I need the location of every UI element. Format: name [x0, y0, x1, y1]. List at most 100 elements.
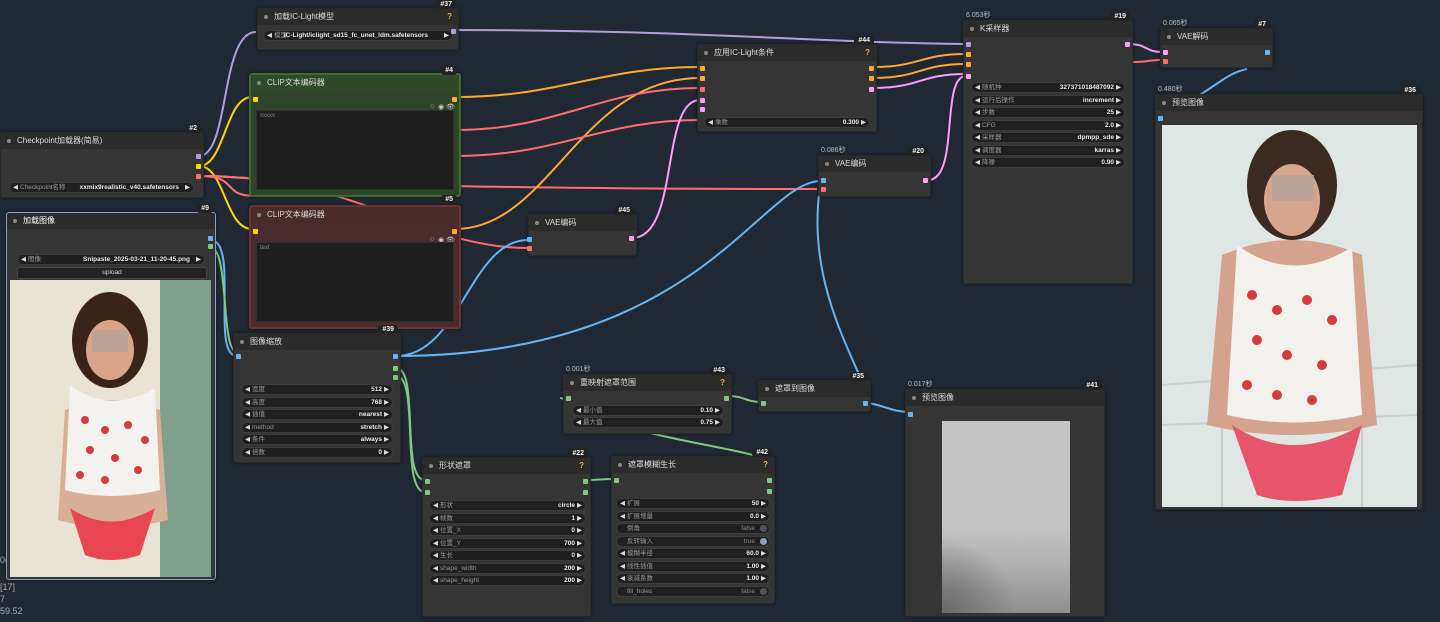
node-header[interactable]: 应用IC-Light条件? — [698, 45, 876, 61]
input-slot-mask[interactable] — [566, 396, 571, 401]
collapse-dot-icon[interactable] — [7, 139, 11, 143]
node-header[interactable]: K采样器 — [964, 21, 1132, 37]
widget-row[interactable]: 反转输入 true — [616, 535, 770, 547]
output-slot-mask-inverted[interactable] — [767, 489, 772, 494]
graph-canvas[interactable]: 0e [17] 7 59.52 加载IC-Light模型? #37 ◀ 模型 IC-… — [0, 0, 1440, 622]
widget-row[interactable]: ◀ shape_width 200 ▶ — [429, 562, 586, 574]
arrow-right-icon[interactable]: ▶ — [384, 435, 389, 444]
input-slot-clip[interactable] — [253, 229, 258, 234]
node-grow-mask-with-blur[interactable]: 遮罩模糊生长? #42 ◀ 扩展 50 ▶ ◀ 扩展增量 0.0 ▶ 倒角 false 反转输入 tr… — [611, 448, 775, 604]
prompt-textarea[interactable]: xxxxx — [256, 110, 454, 190]
arrow-left-icon[interactable]: ◀ — [21, 255, 26, 264]
widget-row[interactable]: ◀ 降噪 0.90 ▶ — [971, 157, 1125, 168]
input-slot-clip[interactable] — [253, 97, 258, 102]
arrow-right-icon[interactable]: ▶ — [861, 118, 866, 127]
widget-row[interactable]: ◀ 运行后操作 increment ▶ — [971, 94, 1125, 106]
widget-row[interactable]: fill_holes false — [616, 585, 770, 597]
arrow-right-icon[interactable]: ▶ — [1116, 83, 1121, 92]
output-slot-latent[interactable] — [1125, 42, 1130, 47]
collapse-dot-icon[interactable] — [240, 340, 244, 344]
node-header[interactable]: 形状遮罩? — [423, 458, 590, 474]
node-load-iclight-model[interactable]: 加载IC-Light模型? #37 ◀ 模型 IC-Light/iclight_sd… — [257, 0, 459, 50]
node-mask-to-image[interactable]: 遮罩到图像 #35 — [758, 372, 871, 412]
node-preview-image-result[interactable]: 预览图像 #36 0.480秒 — [1155, 86, 1423, 510]
input-slot-mask[interactable] — [761, 401, 766, 406]
input-slot-pixels[interactable] — [821, 178, 826, 183]
input-slot-background[interactable] — [700, 107, 705, 112]
widget-row[interactable]: ◀ 帧数 1 ▶ — [429, 512, 586, 524]
output-slot-mask[interactable] — [767, 478, 772, 483]
node-header[interactable]: 加载图像 — [7, 213, 215, 229]
arrow-right-icon[interactable]: ▶ — [761, 549, 766, 558]
widget-row[interactable]: ◀ 扩展增量 0.0 ▶ — [616, 510, 770, 522]
widget-row[interactable]: ◀ shape_height 200 ▶ — [429, 575, 586, 586]
input-slot-vae[interactable] — [821, 187, 826, 192]
arrow-right-icon[interactable]: ▶ — [577, 564, 582, 573]
widget-row[interactable]: ◀ 最大值 0.75 ▶ — [572, 417, 724, 428]
arrow-left-icon[interactable]: ◀ — [620, 512, 625, 521]
arrow-left-icon[interactable]: ◀ — [620, 499, 625, 508]
arrow-right-icon[interactable]: ▶ — [1116, 121, 1121, 130]
arrow-right-icon[interactable]: ▶ — [1116, 146, 1121, 155]
output-slot-mask[interactable] — [583, 479, 588, 484]
widget-row[interactable]: ◀ 扩展 50 ▶ — [616, 498, 770, 509]
widget-row[interactable]: ◀ 倍数 0 ▶ — [241, 446, 393, 458]
arrow-right-icon[interactable]: ▶ — [444, 31, 449, 40]
arrow-left-icon[interactable]: ◀ — [576, 406, 581, 415]
collapse-dot-icon[interactable] — [618, 463, 622, 467]
arrow-right-icon[interactable]: ▶ — [761, 499, 766, 508]
widget-row[interactable]: 倒角 false — [616, 523, 770, 534]
output-slot-image[interactable] — [393, 354, 398, 359]
arrow-right-icon[interactable]: ▶ — [1116, 133, 1121, 142]
widget-row[interactable]: ◀ 形状 circle ▶ — [429, 500, 586, 511]
help-icon[interactable]: ? — [865, 45, 870, 61]
arrow-left-icon[interactable]: ◀ — [433, 539, 438, 548]
node-header[interactable]: CLIP文本编码器 — [251, 207, 459, 223]
arrow-left-icon[interactable]: ◀ — [975, 83, 980, 92]
node-header[interactable]: VAE编码 — [819, 156, 930, 172]
widget-row[interactable]: ◀ 线性插值 1.00 ▶ — [616, 560, 770, 572]
arrow-left-icon[interactable]: ◀ — [708, 118, 713, 127]
output-slot-conditioning[interactable] — [452, 229, 457, 234]
input-slot-foreground[interactable] — [700, 98, 705, 103]
node-vae-decode[interactable]: VAE解码 #7 0.065秒 — [1160, 20, 1273, 68]
output-slot-model[interactable] — [196, 154, 201, 159]
node-header[interactable]: 图像缩放 — [234, 334, 400, 350]
arrow-left-icon[interactable]: ◀ — [245, 435, 250, 444]
input-slot-vae[interactable] — [1163, 59, 1168, 64]
node-vae-encode-b[interactable]: VAE编码 #20 0.086秒 — [818, 147, 931, 197]
help-icon[interactable]: ? — [579, 458, 584, 474]
output-slot-width[interactable] — [393, 366, 398, 371]
collapse-dot-icon[interactable] — [1167, 35, 1171, 39]
widget-row[interactable]: ◀ CFG 2.0 ▶ — [971, 119, 1125, 131]
arrow-right-icon[interactable]: ▶ — [715, 418, 720, 427]
model-select[interactable]: ◀ 模型 IC-Light/iclight_sd15_fc_unet_ldm.saf… — [263, 30, 453, 41]
arrow-left-icon[interactable]: ◀ — [975, 158, 980, 167]
input-slot-image[interactable] — [236, 354, 241, 359]
arrow-right-icon[interactable]: ▶ — [384, 385, 389, 394]
output-slot-mask[interactable] — [724, 396, 729, 401]
arrow-left-icon[interactable]: ◀ — [620, 549, 625, 558]
image-select[interactable]: ◀ 图像 Snipaste_2025-03-21_11-20-45.png ▶ — [17, 254, 205, 265]
collapse-dot-icon[interactable] — [704, 51, 708, 55]
multiplier-stepper[interactable]: ◀ 乘数 0.300 ▶ — [704, 117, 870, 128]
arrow-right-icon[interactable]: ▶ — [577, 551, 582, 560]
collapse-dot-icon[interactable] — [535, 221, 539, 225]
input-slot-samples[interactable] — [1163, 50, 1168, 55]
collapse-dot-icon[interactable] — [765, 387, 769, 391]
widget-row[interactable]: ◀ 位置_Y 700 ▶ — [429, 537, 586, 549]
node-checkpoint-loader[interactable]: Checkpoint加载器(简易) #2 ◀ Checkpoint名称 xxmix9… — [0, 124, 204, 198]
arrow-right-icon[interactable]: ▶ — [577, 576, 582, 585]
input-slot-positive[interactable] — [700, 66, 705, 71]
node-header[interactable]: 遮罩到图像 — [759, 381, 870, 397]
arrow-left-icon[interactable]: ◀ — [433, 514, 438, 523]
collapse-dot-icon[interactable] — [970, 27, 974, 31]
arrow-left-icon[interactable]: ◀ — [620, 562, 625, 571]
collapse-dot-icon[interactable] — [570, 381, 574, 385]
node-header[interactable]: CLIP文本编码器 — [251, 75, 459, 91]
widget-row[interactable]: ◀ 最小值 0.10 ▶ — [572, 405, 724, 416]
arrow-left-icon[interactable]: ◀ — [245, 410, 250, 419]
node-preview-image-mask[interactable]: 预览图像 #41 0.017秒 — [905, 381, 1105, 617]
arrow-right-icon[interactable]: ▶ — [185, 183, 190, 192]
widget-row[interactable]: ◀ 步数 25 ▶ — [971, 107, 1125, 118]
